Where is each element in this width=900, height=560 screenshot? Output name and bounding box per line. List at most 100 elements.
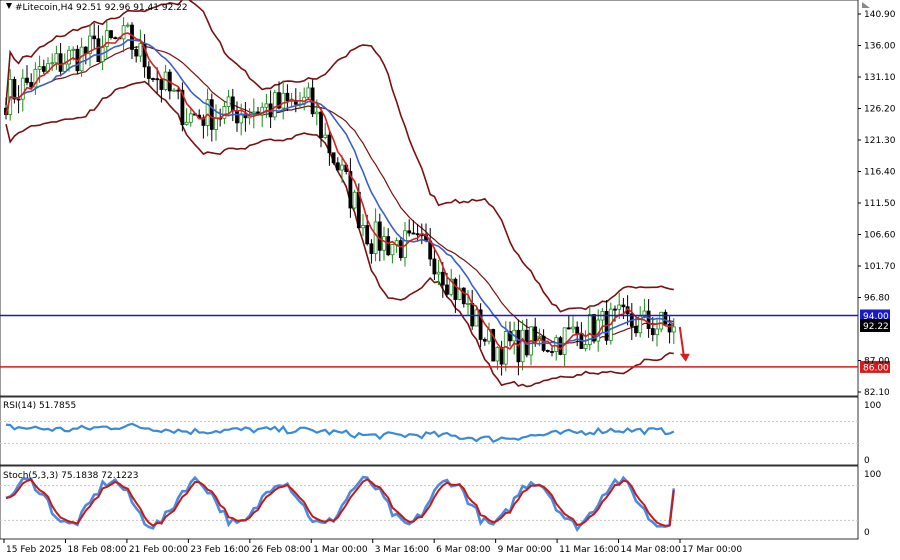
candle-body: [159, 79, 164, 90]
stochastic-tick-label: 0: [864, 528, 870, 538]
candle-body: [25, 77, 29, 83]
time-tick-label: 9 Mar 00:00: [498, 545, 553, 555]
candle-body: [655, 328, 659, 336]
candle-body: [226, 96, 231, 107]
candle-body: [583, 344, 588, 349]
time-tick-label: 3 Mar 16:00: [375, 545, 430, 555]
candle-body: [550, 351, 554, 353]
candle-body: [382, 236, 386, 251]
candle-body: [188, 113, 193, 123]
candle-body: [453, 278, 458, 300]
candle-body: [264, 103, 269, 108]
trading-chart[interactable]: 94.0086.00 140.90136.00131.10126.20121.3…: [0, 0, 900, 560]
candle-body: [621, 304, 626, 308]
candle-body: [125, 24, 130, 27]
candle-body: [365, 225, 370, 245]
candle-body: [50, 62, 55, 65]
candle-body: [281, 92, 286, 109]
candle-body: [646, 310, 651, 329]
price-tick-label: 116.40: [864, 168, 896, 178]
candle-body: [663, 311, 668, 325]
candle-body: [272, 92, 277, 118]
candle-body: [445, 284, 449, 295]
candle-body: [377, 221, 382, 251]
candle-body: [79, 46, 84, 72]
candle-body: [92, 35, 97, 40]
candle-body: [369, 243, 374, 254]
candle-body: [436, 271, 441, 275]
candle-body: [209, 99, 214, 130]
candle-body: [398, 240, 403, 259]
candle-body: [16, 98, 21, 101]
price-tick-label: 101.70: [864, 262, 896, 272]
candle-body: [520, 329, 525, 363]
candle-body: [411, 232, 416, 235]
time-tick-label: 11 Mar 16:00: [559, 545, 619, 555]
candle-body: [121, 25, 126, 40]
candle-body: [172, 89, 176, 92]
candle-body: [314, 111, 319, 115]
candle-body: [37, 66, 42, 70]
candle-body: [558, 337, 563, 355]
candle-body: [634, 325, 638, 334]
candle-body: [113, 37, 118, 40]
candle-body: [109, 30, 113, 39]
rsi-tick-label: 100: [864, 401, 881, 411]
candle-body: [415, 233, 420, 236]
candle-body: [319, 111, 323, 139]
candle-body: [71, 48, 76, 51]
time-tick-label: 1 Mar 00:00: [313, 545, 368, 555]
price-tick-label: 82.10: [864, 388, 890, 398]
candle-body: [184, 121, 189, 125]
candle-body: [386, 236, 391, 256]
candle-body: [470, 303, 475, 327]
price-tick-label: 121.30: [864, 136, 896, 146]
candle-body: [134, 49, 139, 57]
price-tick-label: 131.10: [864, 73, 896, 83]
candle-body: [155, 78, 160, 81]
candle-body: [617, 304, 622, 310]
rsi-tick-label: 0: [864, 456, 870, 466]
time-tick-label: 15 Feb 2025: [6, 545, 62, 555]
price-tick-label: 136.00: [864, 42, 896, 52]
candle-body: [230, 96, 235, 112]
candle-body: [571, 326, 575, 330]
time-tick-label: 14 Mar 08:00: [621, 545, 681, 555]
candle-body: [671, 326, 676, 333]
candle-body: [545, 350, 550, 352]
candle-body: [566, 327, 571, 330]
price-chart-title: #Litecoin,H4 92.51 92.96 91.41 92.22: [15, 3, 188, 13]
candle-body: [474, 309, 479, 327]
candle-body: [650, 328, 655, 336]
candle-body: [331, 152, 336, 164]
candle-body: [214, 117, 218, 130]
candle-body: [151, 78, 155, 80]
price-tick-label: 106.60: [864, 231, 896, 241]
time-tick-label: 21 Feb 00:00: [129, 545, 188, 555]
candle-body: [533, 326, 538, 342]
time-tick-label: 18 Feb 08:00: [67, 545, 126, 555]
candle-body: [499, 347, 504, 365]
time-tick-label: 6 Mar 08:00: [436, 545, 491, 555]
rsi-title: RSI(14) 51.7855: [3, 401, 76, 411]
candle-body: [482, 339, 487, 342]
stochastic-tick-label: 100: [864, 470, 881, 480]
candle-body: [575, 326, 580, 334]
candle-body: [461, 287, 466, 305]
candle-body: [146, 66, 151, 79]
candle-body: [176, 89, 181, 92]
candle-body: [373, 221, 378, 254]
price-tick-label: 140.90: [864, 10, 896, 20]
candle-body: [335, 162, 340, 171]
candle-body: [323, 134, 328, 139]
candle-body: [440, 271, 445, 286]
candle-body: [432, 258, 437, 275]
candle-body: [235, 110, 239, 124]
candle-body: [96, 38, 101, 63]
candle-body: [340, 164, 344, 171]
price-tick-label: 96.80: [864, 294, 890, 304]
time-tick-label: 26 Feb 08:00: [252, 545, 311, 555]
price-tick-label: 87.00: [864, 357, 890, 367]
candle-body: [361, 225, 365, 229]
candle-body: [495, 347, 500, 362]
